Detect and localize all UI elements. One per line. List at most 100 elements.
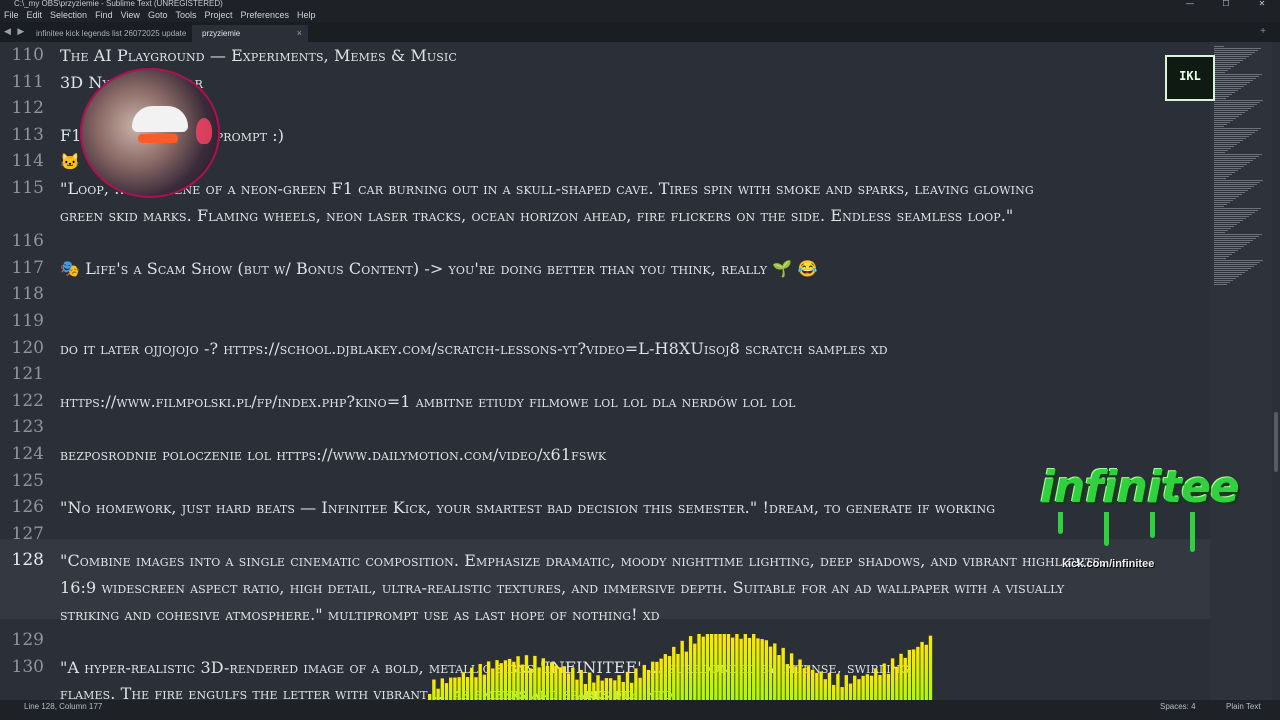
minimap-line xyxy=(1214,200,1233,201)
menu-help[interactable]: Help xyxy=(293,10,320,20)
minimap-line xyxy=(1214,86,1244,87)
minimap-line xyxy=(1214,142,1240,143)
minimap-line xyxy=(1214,230,1228,231)
minimap-line xyxy=(1214,82,1250,83)
minimap-line xyxy=(1214,206,1224,207)
menu-selection[interactable]: Selection xyxy=(46,10,91,20)
menu-project[interactable]: Project xyxy=(200,10,236,20)
webcam-overlay xyxy=(80,68,220,198)
line-number: 110 xyxy=(11,45,44,65)
minimap-line xyxy=(1214,212,1255,213)
menu-goto[interactable]: Goto xyxy=(144,10,172,20)
tab-label: przyziemie xyxy=(202,29,241,38)
minimap-line xyxy=(1214,56,1249,57)
minimap[interactable] xyxy=(1210,42,1272,700)
minimap-line xyxy=(1214,100,1263,101)
code-line[interactable]: 🎭 Life's a Scam Show (but w/ Bonus Conte… xyxy=(60,259,818,278)
minimap-line xyxy=(1214,282,1230,283)
minimap-line xyxy=(1214,280,1233,281)
code-line[interactable]: 16:9 widescreen aspect ratio, high detai… xyxy=(60,578,1064,597)
minimap-line xyxy=(1214,78,1256,79)
new-tab-icon[interactable]: + xyxy=(1260,26,1266,37)
syntax-mode[interactable]: Plain Text xyxy=(1226,702,1261,711)
minimap-line xyxy=(1214,258,1226,259)
scrollbar-thumb[interactable] xyxy=(1274,412,1278,472)
line-number: 128 xyxy=(11,550,44,570)
minimap-line xyxy=(1214,102,1260,103)
line-number: 130 xyxy=(11,657,44,677)
minimap-line xyxy=(1214,178,1226,179)
minimap-line xyxy=(1214,238,1256,239)
minimap-line xyxy=(1214,68,1231,69)
minimap-line xyxy=(1214,198,1236,199)
line-number: 114 xyxy=(11,151,44,171)
minimap-line xyxy=(1214,244,1247,245)
minimap-line xyxy=(1214,174,1232,175)
indentation-setting[interactable]: Spaces: 4 xyxy=(1160,702,1196,711)
line-number: 120 xyxy=(11,338,44,358)
minimap-line xyxy=(1214,126,1224,127)
code-line[interactable]: 🐱 xyxy=(60,152,80,171)
minimap-line xyxy=(1214,194,1242,195)
minimap-line xyxy=(1214,284,1227,285)
minimap-line xyxy=(1214,172,1235,173)
minimap-line xyxy=(1214,122,1230,123)
minimap-line xyxy=(1214,260,1263,261)
minimap-line xyxy=(1214,188,1251,189)
minimap-line xyxy=(1214,110,1248,111)
tab-close-icon[interactable]: × xyxy=(297,25,302,42)
minimap-line xyxy=(1214,90,1238,91)
window-title: C:\_my OBS\przyziemie - Sublime Text (UN… xyxy=(14,0,223,8)
minimap-line xyxy=(1214,236,1259,237)
close-button[interactable]: ✕ xyxy=(1244,0,1280,8)
tab-kick-legends[interactable]: infinitee kick legends list 26072025 upd… xyxy=(26,25,192,42)
minimize-button[interactable]: — xyxy=(1172,0,1208,8)
menu-view[interactable]: View xyxy=(117,10,144,20)
maximize-button[interactable]: ☐ xyxy=(1208,0,1244,8)
code-line[interactable]: https://www.filmpolski.pl/fp/index.php?k… xyxy=(60,392,796,411)
minimap-line xyxy=(1214,118,1236,119)
menu-file[interactable]: File xyxy=(0,10,23,20)
logo-drip-shape xyxy=(1190,512,1195,552)
minimap-line xyxy=(1214,196,1239,197)
minimap-line xyxy=(1214,66,1234,67)
minimap-line xyxy=(1214,218,1246,219)
menu-edit[interactable]: Edit xyxy=(23,10,47,20)
minimap-line xyxy=(1214,76,1259,77)
menu-tools[interactable]: Tools xyxy=(171,10,200,20)
code-line[interactable]: striking and cohesive atmosphere." multi… xyxy=(60,605,660,624)
minimap-line xyxy=(1214,120,1233,121)
vertical-scrollbar[interactable] xyxy=(1272,42,1280,700)
minimap-line xyxy=(1214,228,1231,229)
window-controls: — ☐ ✕ xyxy=(1172,0,1280,8)
status-bar: Line 128, Column 177 Spaces: 4 Plain Tex… xyxy=(0,700,1280,720)
code-line[interactable]: "No homework, just hard beats — Infinite… xyxy=(60,498,995,517)
minimap-line xyxy=(1214,150,1228,151)
menu-preferences[interactable]: Preferences xyxy=(236,10,293,20)
code-line[interactable]: do it later ojjojojo -? https://school.d… xyxy=(60,339,888,358)
webcam-glasses-shape xyxy=(138,134,178,143)
code-line[interactable]: The AI Playground — Experiments, Memes &… xyxy=(60,46,457,65)
menu-find[interactable]: Find xyxy=(91,10,117,20)
minimap-line xyxy=(1214,52,1255,53)
code-line[interactable]: bezposrodnie poloczenie lol https://www.… xyxy=(60,445,606,464)
minimap-line xyxy=(1214,54,1252,55)
tab-przyziemie[interactable]: przyziemie × xyxy=(192,25,308,42)
code-line[interactable]: green skid marks. Flaming wheels, neon l… xyxy=(60,206,1013,225)
minimap-line xyxy=(1214,98,1226,99)
minimap-line xyxy=(1214,48,1261,49)
minimap-line xyxy=(1214,88,1241,89)
minimap-line xyxy=(1214,254,1232,255)
minimap-line xyxy=(1214,154,1262,155)
minimap-line xyxy=(1214,180,1263,181)
tab-nav-arrows-icon[interactable]: ◀ ▶ xyxy=(4,26,26,37)
line-number: 125 xyxy=(11,471,44,491)
minimap-line xyxy=(1214,240,1253,241)
minimap-line xyxy=(1214,214,1252,215)
minimap-line xyxy=(1214,112,1245,113)
logo-subtitle: kick.com/infinitee xyxy=(1062,558,1155,570)
line-number: 118 xyxy=(11,284,44,304)
code-line[interactable]: "Combine images into a single cinematic … xyxy=(60,551,1105,570)
minimap-line xyxy=(1214,264,1257,265)
code-line[interactable]: "Loop, ... nk scene of a neon-green F1 c… xyxy=(60,179,1034,198)
